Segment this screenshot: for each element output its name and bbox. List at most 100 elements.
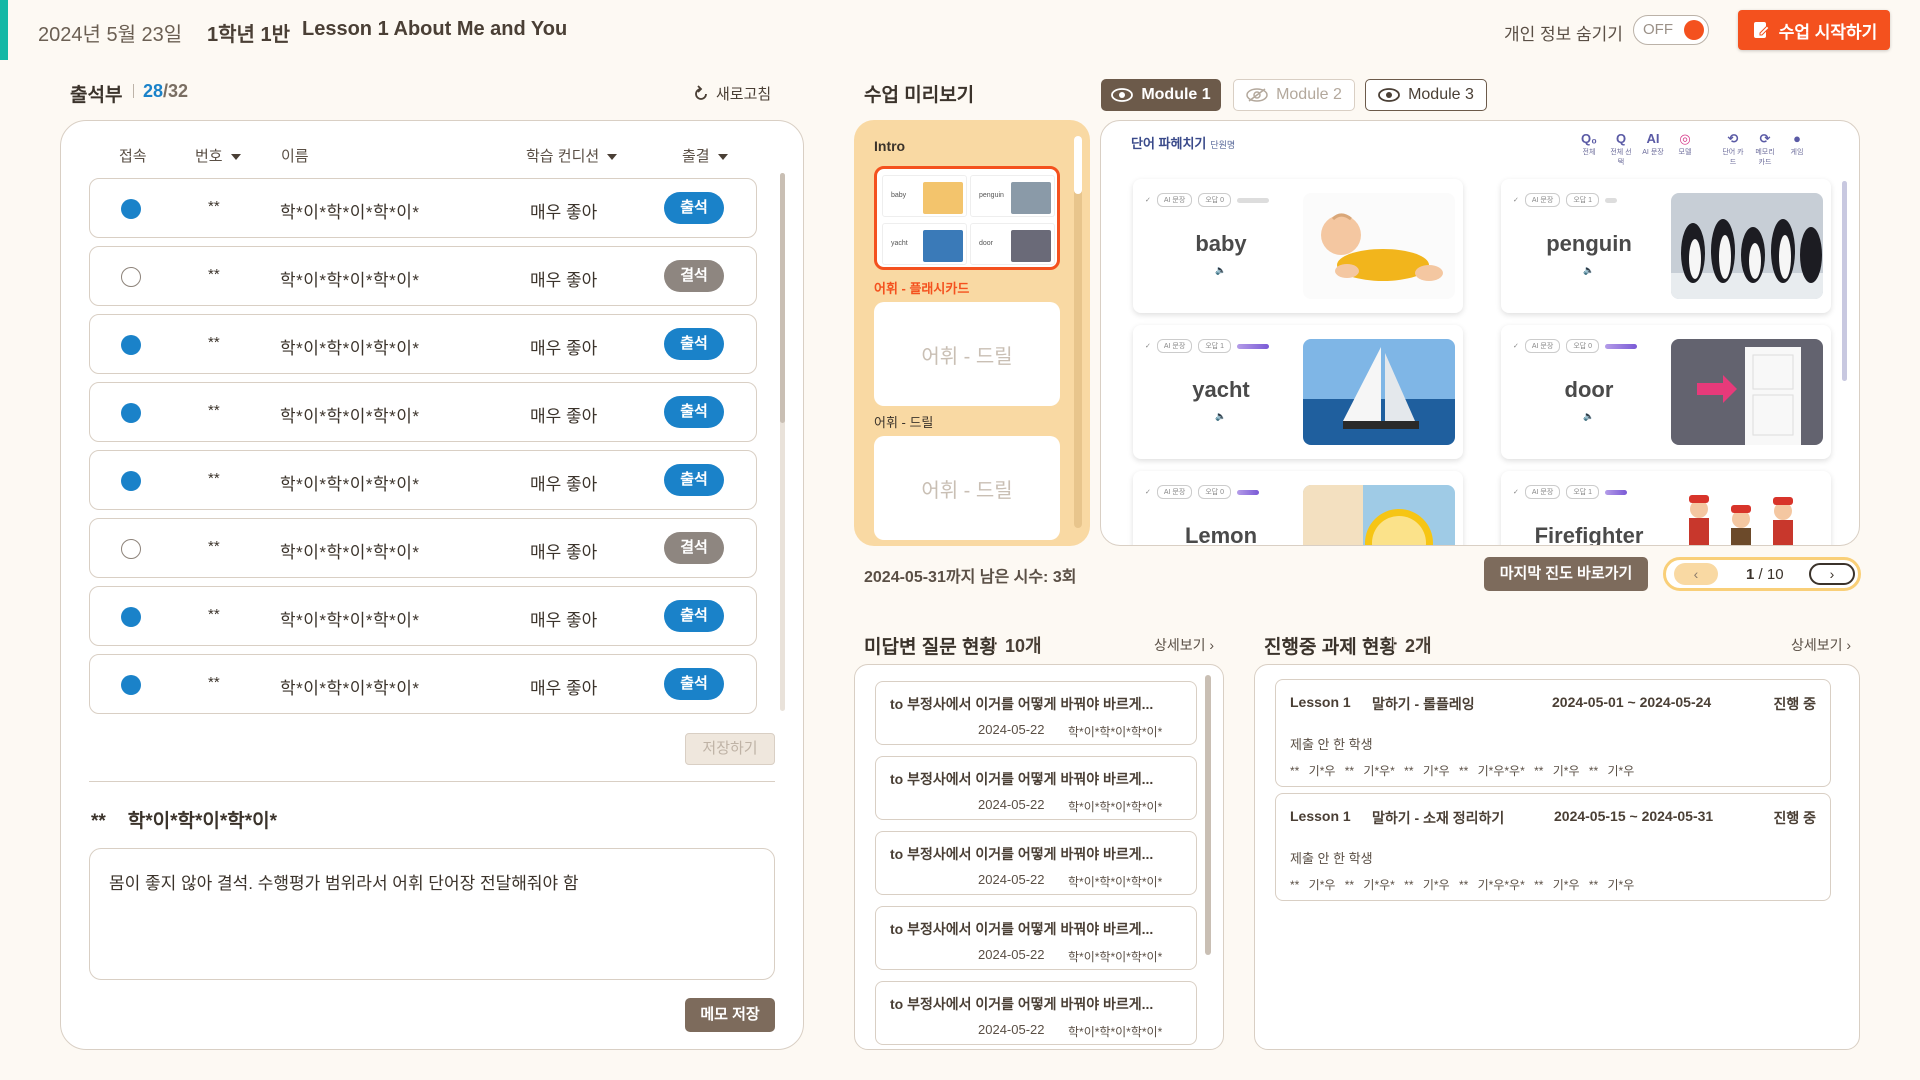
question-item[interactable]: to 부정사에서 이거를 어떻게 바꿔야 바르게... 2024-05-22 학*이… xyxy=(875,906,1197,970)
questions-scrollbar[interactable] xyxy=(1205,675,1211,955)
speaker-icon[interactable]: 🔈 xyxy=(1583,265,1594,276)
question-date: 2024-05-22 xyxy=(978,872,1045,887)
student-condition: 매우 좋아 xyxy=(530,611,598,630)
drill-card[interactable]: 어휘 - 드릴 xyxy=(874,302,1060,406)
attendance-status-button[interactable]: 출석 xyxy=(664,192,724,224)
module-3-tab[interactable]: Module 3 xyxy=(1365,79,1487,111)
attendance-row[interactable]: ** 학*이*학*이*학*이* 매우 좋아 결석 xyxy=(89,518,757,578)
eye-icon xyxy=(1378,88,1400,102)
chevron-left-icon: ‹ xyxy=(1693,566,1699,582)
vocab-card[interactable]: ✓ AI 문장 오답 1 yacht 🔈 xyxy=(1133,325,1463,459)
module-2-tab[interactable]: Module 2 xyxy=(1233,79,1355,111)
question-item[interactable]: to 부정사에서 이거를 어떻게 바꿔야 바르게... 2024-05-22 학*이… xyxy=(875,831,1197,895)
student-number: ** xyxy=(208,266,220,283)
attendance-status-button[interactable]: 출석 xyxy=(664,668,724,700)
board-scrollbar[interactable] xyxy=(1842,181,1847,381)
attendance-scrollbar[interactable] xyxy=(780,173,785,711)
memo-textarea[interactable]: 몸이 좋지 않아 결석. 수행평가 범위라서 어휘 단어장 전달해줘야 함 xyxy=(89,848,775,980)
vocab-card[interactable]: ✓ AI 문장 오답 1 penguin 🔈 xyxy=(1501,179,1831,313)
speaker-icon[interactable]: 🔈 xyxy=(1215,265,1226,276)
vocab-card[interactable]: ✓ AI 문장 오답 0 Lemon xyxy=(1133,471,1463,545)
attendance-count: 28/32 xyxy=(143,81,188,102)
flashcard-thumbnail[interactable]: baby penguin yacht door xyxy=(874,166,1060,270)
task-item[interactable]: Lesson 1 말하기 - 소재 정리하기 2024-05-15 ~ 2024… xyxy=(1275,793,1831,901)
tasks-more-link[interactable]: 상세보기 › xyxy=(1791,635,1851,655)
caret-down-icon xyxy=(607,154,618,161)
attendance-row[interactable]: ** 학*이*학*이*학*이* 매우 좋아 출석 xyxy=(89,314,757,374)
progress-bar xyxy=(1237,197,1270,203)
refresh-button[interactable]: 새로고침 xyxy=(692,83,771,104)
question-text: to 부정사에서 이거를 어떻게 바꿔야 바르게... xyxy=(890,996,1154,1012)
attendance-status-button[interactable]: 결석 xyxy=(664,532,724,564)
col-status-sort[interactable]: 출결 xyxy=(682,145,728,166)
col-number-sort[interactable]: 번호 xyxy=(195,145,241,166)
thumb-word: baby xyxy=(891,192,907,199)
ai-pill: AI 문장 xyxy=(1156,339,1193,353)
memory-card-icon: ⟳ xyxy=(1759,131,1771,146)
question-date: 2024-05-22 xyxy=(978,722,1045,737)
vocab-card[interactable]: ✓ AI 문장 오답 1 Firefighter xyxy=(1501,471,1831,545)
attendance-panel: 접속 번호 이름 학습 컨디션 출결 ** 학*이*학*이*학*이* 매우 좋아 출석… xyxy=(60,120,804,1050)
board-subtitle: 단원명 xyxy=(1210,140,1236,150)
tool-ai[interactable]: AI AI 문장 xyxy=(1641,131,1665,167)
more-label: 상세보기 xyxy=(1154,637,1206,653)
drill-card[interactable]: 어휘 - 드릴 xyxy=(874,436,1060,540)
tool-select-all[interactable]: Q 전체 선택 xyxy=(1609,131,1633,167)
save-attendance-button[interactable]: 저장하기 xyxy=(685,733,775,765)
student-name: 학*이*학*이*학*이* xyxy=(280,679,420,698)
questions-panel: to 부정사에서 이거를 어떻게 바꿔야 바르게... 2024-05-22 학*이… xyxy=(854,664,1224,1050)
vocab-card[interactable]: ✓ AI 문장 오답 0 baby 🔈 xyxy=(1133,179,1463,313)
attendance-status-button[interactable]: 결석 xyxy=(664,260,724,292)
start-class-button[interactable]: 수업 시작하기 xyxy=(1738,10,1890,50)
vocab-card[interactable]: ✓ AI 문장 오답 0 door 🔈 xyxy=(1501,325,1831,459)
wrong-count-pill: 오답 1 xyxy=(1566,485,1600,499)
card-status: ✓ AI 문장 오답 0 xyxy=(1145,485,1260,499)
question-item[interactable]: to 부정사에서 이거를 어떻게 바꿔야 바르게... 2024-05-22 학*이… xyxy=(875,756,1197,820)
next-page-button[interactable]: › xyxy=(1809,563,1855,585)
door-photo xyxy=(1671,339,1823,445)
attendance-status-button[interactable]: 출석 xyxy=(664,464,724,496)
task-item[interactable]: Lesson 1 말하기 - 롤플레잉 2024-05-01 ~ 2024-05… xyxy=(1275,679,1831,787)
search-all-icon: Q₀ xyxy=(1581,131,1597,146)
attendance-row[interactable]: ** 학*이*학*이*학*이* 매우 좋아 출석 xyxy=(89,586,757,646)
attendance-row[interactable]: ** 학*이*학*이*학*이* 매우 좋아 출석 xyxy=(89,178,757,238)
tasks-panel: Lesson 1 말하기 - 롤플레잉 2024-05-01 ~ 2024-05… xyxy=(1254,664,1860,1050)
memo-text: 몸이 좋지 않아 결석. 수행평가 범위라서 어휘 단어장 전달해줘야 함 xyxy=(109,874,579,893)
lesson-list-scrollbar[interactable] xyxy=(1074,136,1082,528)
attendance-row[interactable]: ** 학*이*학*이*학*이* 매우 좋아 출석 xyxy=(89,654,757,714)
tasks-count: 2개 xyxy=(1405,636,1432,656)
memo-save-button[interactable]: 메모 저장 xyxy=(685,998,775,1032)
attendance-row[interactable]: ** 학*이*학*이*학*이* 매우 좋아 출석 xyxy=(89,450,757,510)
question-item[interactable]: to 부정사에서 이거를 어떻게 바꿔야 바르게... 2024-05-22 학*이… xyxy=(875,681,1197,745)
attendance-status-button[interactable]: 출석 xyxy=(664,600,724,632)
header-lesson: Lesson 1 About Me and You xyxy=(302,18,568,40)
last-progress-button[interactable]: 마지막 진도 바로가기 xyxy=(1484,557,1648,591)
tasks-title: 진행중 과제 현황 xyxy=(1264,637,1397,658)
speaker-icon[interactable]: 🔈 xyxy=(1583,411,1594,422)
speaker-icon[interactable]: 🔈 xyxy=(1215,411,1226,422)
wrong-count-pill: 오답 0 xyxy=(1198,485,1232,499)
attendance-status-button[interactable]: 출석 xyxy=(664,328,724,360)
privacy-toggle[interactable]: OFF xyxy=(1633,15,1709,45)
module-1-tab[interactable]: Module 1 xyxy=(1101,79,1221,111)
question-date: 2024-05-22 xyxy=(978,1022,1045,1037)
prev-page-button[interactable]: ‹ xyxy=(1674,563,1718,585)
ai-pill: AI 문장 xyxy=(1524,193,1561,207)
model-icon: ◎ xyxy=(1679,131,1691,146)
student-number: ** xyxy=(208,402,220,419)
memo-student-number: ** xyxy=(91,811,106,832)
tool-game[interactable]: ● 게임 xyxy=(1785,131,1809,167)
tool-model[interactable]: ◎ 모델 xyxy=(1673,131,1697,167)
chevron-right-icon: › xyxy=(1846,637,1852,653)
task-name: 말하기 - 소재 정리하기 xyxy=(1372,810,1505,826)
col-condition-sort[interactable]: 학습 컨디션 xyxy=(526,145,618,166)
refresh-icon xyxy=(695,84,707,100)
tool-all[interactable]: Q₀ 전체 xyxy=(1577,131,1601,167)
question-item[interactable]: to 부정사에서 이거를 어떻게 바꿔야 바르게... 2024-05-22 학*이… xyxy=(875,981,1197,1045)
questions-more-link[interactable]: 상세보기 › xyxy=(1154,635,1214,655)
tool-memory-card[interactable]: ⟳ 메모리 카드 xyxy=(1753,131,1777,167)
attendance-row[interactable]: ** 학*이*학*이*학*이* 매우 좋아 출석 xyxy=(89,382,757,442)
attendance-status-button[interactable]: 출석 xyxy=(664,396,724,428)
tool-word-card[interactable]: ⟲ 단어 카드 xyxy=(1721,131,1745,167)
attendance-row[interactable]: ** 학*이*학*이*학*이* 매우 좋아 결석 xyxy=(89,246,757,306)
